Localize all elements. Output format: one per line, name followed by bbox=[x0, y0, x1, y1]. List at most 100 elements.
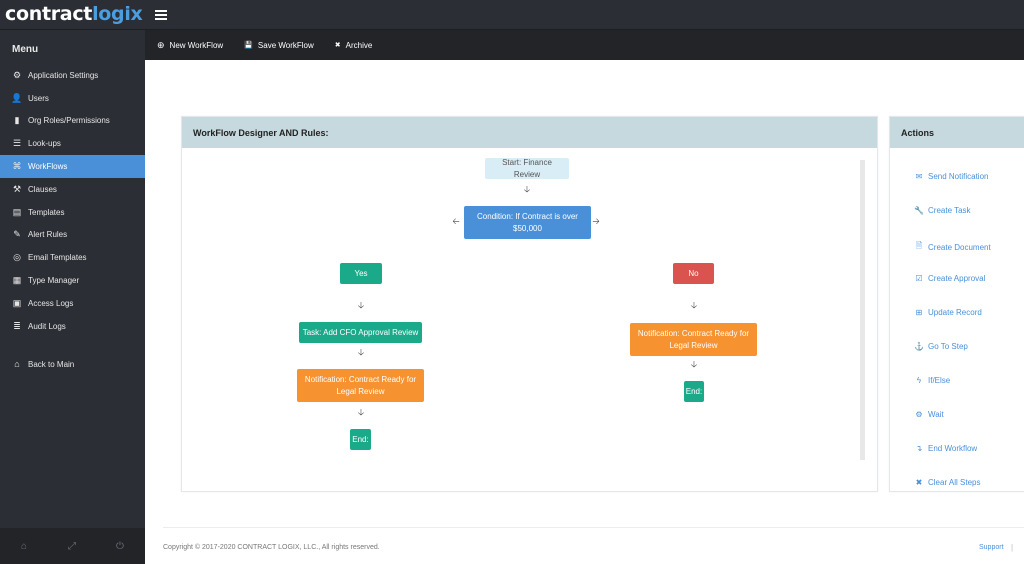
sidebar-item-access-logs[interactable]: ▣ Access Logs bbox=[0, 292, 145, 315]
action-update-record[interactable]: ⊞ Update Record bbox=[914, 308, 982, 317]
grid-icon: ▦ bbox=[12, 275, 22, 286]
action-if-else[interactable]: ϟ If/Else bbox=[914, 376, 950, 385]
notification-node-yes[interactable]: Notification: Contract Ready for Legal R… bbox=[297, 369, 424, 402]
sidebar-item-users[interactable]: 👤 Users bbox=[0, 87, 145, 110]
close-icon: ✖ bbox=[915, 478, 923, 487]
sidebar-item-label: Access Logs bbox=[28, 298, 74, 308]
end-node-yes[interactable]: End: bbox=[350, 429, 371, 450]
footer-separator: | bbox=[1011, 543, 1014, 552]
power-icon[interactable]: ⏻ bbox=[96, 541, 144, 552]
yes-branch-node[interactable]: Yes bbox=[340, 263, 382, 284]
arrow-left-icon[interactable]: 🡠 bbox=[451, 216, 461, 226]
sidebar-item-templates[interactable]: ▤ Templates bbox=[0, 201, 145, 224]
sidebar-item-back-to-main[interactable]: ⌂ Back to Main bbox=[0, 353, 145, 376]
arrow-down-icon: 🡣 bbox=[357, 407, 365, 417]
sidebar-item-workflows[interactable]: ⌘ WorkFlows bbox=[0, 155, 145, 178]
sitemap-icon: ⌘ bbox=[12, 161, 22, 172]
workflow-canvas: Start: Finance Review 🡣 🡠 Condition: If … bbox=[182, 148, 877, 491]
action-go-to-step[interactable]: ⚓ Go To Step bbox=[914, 342, 968, 351]
plus-circle-icon: ⊕ bbox=[157, 39, 165, 50]
envelope-icon: ✉ bbox=[915, 172, 923, 181]
archive-button[interactable]: ✖ Archive bbox=[335, 41, 373, 50]
wrench-icon: 🔧 bbox=[914, 206, 924, 215]
canvas-scrollbar[interactable] bbox=[860, 160, 865, 460]
list-alt-icon: ≣ bbox=[13, 320, 21, 331]
no-branch-node[interactable]: No bbox=[673, 263, 714, 284]
start-node[interactable]: Start: Finance Review bbox=[485, 158, 569, 179]
end-node-no[interactable]: End: bbox=[684, 381, 704, 402]
menu-title: Menu bbox=[12, 44, 39, 55]
condition-node[interactable]: Condition: If Contract is over $50,000 bbox=[464, 206, 591, 239]
sidebar-item-org-roles[interactable]: ▮ Org Roles/Permissions bbox=[0, 110, 145, 133]
hamburger-menu-icon[interactable] bbox=[155, 10, 167, 20]
footer-divider bbox=[163, 527, 1024, 528]
action-label: Wait bbox=[928, 410, 944, 419]
sidebar-item-label: Email Templates bbox=[28, 253, 87, 263]
action-clear-all-steps[interactable]: ✖ Clear All Steps bbox=[914, 478, 981, 487]
sidebar-item-label: Audit Logs bbox=[28, 321, 66, 331]
notification-node-no[interactable]: Notification: Contract Ready for Legal R… bbox=[630, 323, 757, 356]
fullscreen-icon[interactable]: ⤢ bbox=[48, 541, 96, 552]
arrow-down-icon: 🡣 bbox=[523, 184, 531, 194]
save-workflow-label: Save WorkFlow bbox=[257, 40, 314, 50]
check-square-icon: ☑ bbox=[915, 274, 923, 283]
book-icon: ▮ bbox=[14, 115, 20, 126]
cogs-icon: ⚙ bbox=[12, 69, 22, 80]
designer-title: WorkFlow Designer AND Rules: bbox=[182, 117, 877, 148]
action-wait[interactable]: ⚙ Wait bbox=[914, 410, 944, 419]
action-send-notification[interactable]: ✉ Send Notification bbox=[914, 172, 989, 181]
action-label: If/Else bbox=[928, 376, 951, 385]
action-label: Create Document bbox=[928, 242, 991, 252]
sidebar-item-type-manager[interactable]: ▦ Type Manager bbox=[0, 269, 145, 292]
sidebar-item-label: Clauses bbox=[28, 184, 57, 194]
top-bar: contractlogix bbox=[0, 0, 1024, 30]
toolbar: ⊕ New WorkFlow 💾 Save WorkFlow ✖ Archive bbox=[145, 30, 1024, 60]
sidebar-item-look-ups[interactable]: ☰ Look-ups bbox=[0, 132, 145, 155]
save-workflow-button[interactable]: 💾 Save WorkFlow bbox=[244, 41, 314, 50]
logo-text-contract: contract bbox=[5, 3, 93, 25]
sidebar: Menu ⚙ Application Settings 👤 Users ▮ Org R… bbox=[0, 30, 145, 564]
file-icon: ▤ bbox=[12, 206, 22, 217]
compass-icon: ◎ bbox=[13, 252, 21, 263]
sidebar-item-label: Type Manager bbox=[28, 276, 80, 286]
sidebar-item-label: Alert Rules bbox=[28, 230, 68, 240]
action-label: Create Task bbox=[928, 206, 971, 215]
document-icon: 🗎 bbox=[915, 241, 923, 250]
actions-panel: Actions ✉ Send Notification 🔧 Create Task … bbox=[889, 116, 1024, 492]
arrow-down-icon: 🡣 bbox=[690, 300, 698, 310]
new-workflow-button[interactable]: ⊕ New WorkFlow bbox=[157, 40, 223, 51]
sidebar-item-email-templates[interactable]: ◎ Email Templates bbox=[0, 246, 145, 269]
archive-label: Archive bbox=[345, 40, 373, 50]
sidebar-item-clauses[interactable]: ⚒ Clauses bbox=[0, 178, 145, 201]
edit-icon: ✎ bbox=[13, 229, 21, 240]
action-create-approval[interactable]: ☑ Create Approval bbox=[914, 274, 985, 283]
bolt-icon: ϟ bbox=[916, 376, 922, 385]
main-content: WorkFlow Designer AND Rules: Start: Fina… bbox=[145, 60, 1024, 564]
sidebar-item-label: WorkFlows bbox=[28, 162, 68, 172]
gavel-icon: ⚒ bbox=[12, 183, 22, 194]
sidebar-item-alert-rules[interactable]: ✎ Alert Rules bbox=[0, 224, 145, 247]
archive-icon: ▣ bbox=[12, 297, 22, 308]
action-end-workflow[interactable]: ↴ End Workflow bbox=[914, 444, 978, 453]
arrow-down-icon: 🡣 bbox=[357, 347, 365, 357]
sidebar-item-label: Templates bbox=[28, 207, 65, 217]
action-label: End Workflow bbox=[928, 444, 978, 453]
arrow-right-icon[interactable]: 🡢 bbox=[591, 216, 601, 226]
user-icon: 👤 bbox=[11, 92, 23, 103]
workflow-designer-panel: WorkFlow Designer AND Rules: Start: Fina… bbox=[181, 116, 878, 492]
sidebar-item-label: Users bbox=[28, 93, 49, 103]
sidebar-item-application-settings[interactable]: ⚙ Application Settings bbox=[0, 64, 145, 87]
list-icon: ☰ bbox=[12, 138, 22, 149]
sidebar-item-label: Look-ups bbox=[28, 139, 61, 149]
support-link[interactable]: Support bbox=[979, 544, 1004, 551]
plus-square-icon: ⊞ bbox=[915, 308, 923, 317]
action-create-document[interactable]: 🗎 Create Document bbox=[914, 240, 991, 254]
action-label: Create Approval bbox=[928, 274, 986, 283]
action-create-task[interactable]: 🔧 Create Task bbox=[914, 206, 971, 215]
logo[interactable]: contractlogix bbox=[5, 3, 143, 25]
new-workflow-label: New WorkFlow bbox=[169, 40, 224, 50]
task-node[interactable]: Task: Add CFO Approval Review bbox=[299, 322, 422, 343]
level-down-icon: ↴ bbox=[915, 444, 923, 453]
home-icon[interactable]: ⌂ bbox=[0, 541, 48, 552]
sidebar-item-audit-logs[interactable]: ≣ Audit Logs bbox=[0, 315, 145, 338]
